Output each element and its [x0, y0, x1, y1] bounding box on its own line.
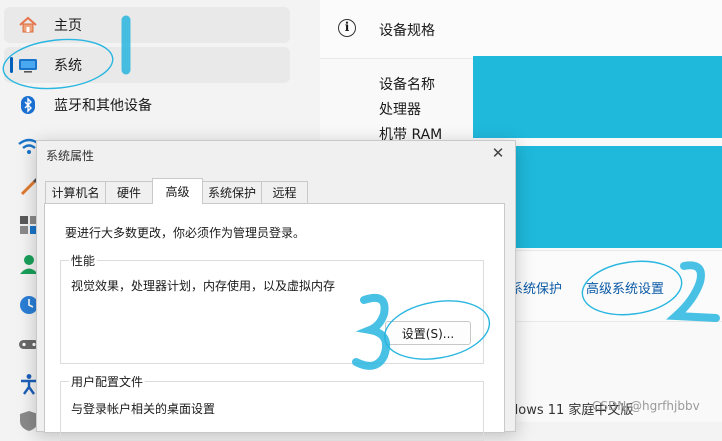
dialog-title: 系统属性: [46, 149, 95, 163]
performance-description: 视觉效果，处理器计划，内存使用，以及虚拟内存: [71, 279, 336, 293]
sidebar-item-home[interactable]: 主页: [4, 7, 290, 43]
tab-computer-name[interactable]: 计算机名: [45, 181, 106, 203]
tab-remote[interactable]: 远程: [261, 181, 308, 203]
redaction-block: [473, 56, 722, 138]
device-spec-title: 设备规格: [379, 23, 435, 39]
tab-system-protection[interactable]: 系统保护: [202, 181, 262, 203]
user-profiles-description: 与登录帐户相关的桌面设置: [71, 402, 216, 416]
tab-advanced[interactable]: 高级: [152, 178, 203, 204]
performance-group: 性能 视觉效果，处理器计划，内存使用，以及虚拟内存 设置(S)...: [60, 252, 484, 364]
sidebar-item-system[interactable]: 系统: [4, 47, 290, 83]
advanced-system-settings-link[interactable]: 高级系统设置: [586, 278, 664, 297]
sidebar-item-bluetooth[interactable]: 蓝牙和其他设备: [4, 87, 290, 123]
info-icon: i: [338, 19, 356, 37]
admin-note: 要进行大多数更改，你必须作为管理员登录。: [65, 226, 306, 240]
close-icon[interactable]: ✕: [490, 145, 506, 161]
user-profiles-group: 用户配置文件 与登录帐户相关的桌面设置: [60, 373, 484, 441]
sidebar-item-label: 蓝牙和其他设备: [54, 98, 152, 114]
performance-group-title: 性能: [69, 252, 98, 269]
bluetooth-icon: [18, 95, 38, 115]
user-profiles-group-title: 用户配置文件: [69, 373, 146, 390]
home-icon: [18, 15, 38, 35]
tab-hardware[interactable]: 硬件: [105, 181, 153, 203]
device-spec-header[interactable]: i 设备规格: [320, 0, 722, 59]
performance-settings-button[interactable]: 设置(S)...: [385, 321, 471, 345]
system-properties-dialog: 系统属性 ✕ 计算机名 硬件 高级 系统保护 远程 要进行大多数更改，你必须作为…: [36, 140, 516, 441]
sidebar-item-label: 主页: [54, 18, 82, 34]
device-name-label: 设备名称: [379, 77, 435, 93]
watermark: CSDN @hgrfhjbbv: [592, 399, 700, 413]
system-protection-link[interactable]: 系统保护: [510, 278, 562, 297]
sidebar-item-label: 系统: [54, 58, 82, 74]
system-display-icon: [18, 55, 38, 75]
processor-label: 处理器: [379, 102, 421, 118]
advanced-tab-panel: 要进行大多数更改，你必须作为管理员登录。 性能 视觉效果，处理器计划，内存使用，…: [44, 203, 505, 441]
